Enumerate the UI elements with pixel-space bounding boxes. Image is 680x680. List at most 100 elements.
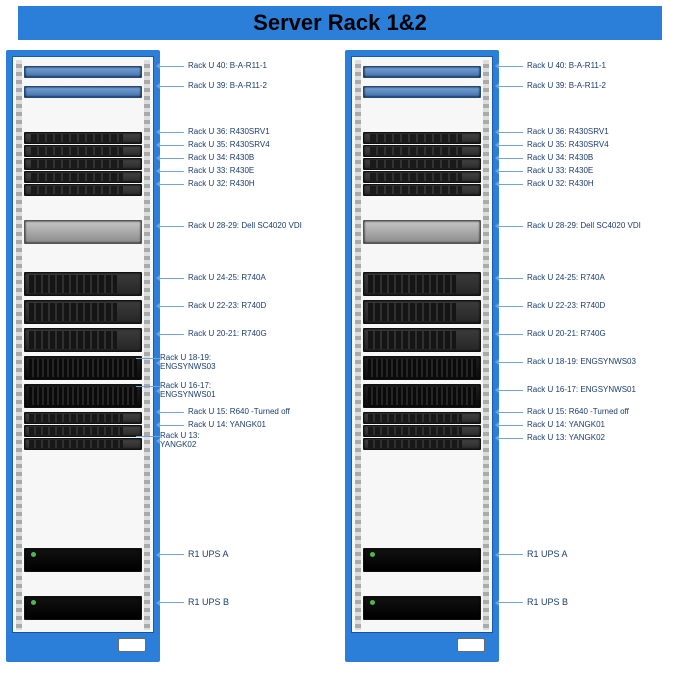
ups-b	[363, 596, 481, 620]
rack-label: Rack U 40: B-A-R11-1	[499, 62, 606, 71]
page-title: Server Rack 1&2	[18, 6, 662, 40]
label-text: Rack U 36: R430SRV1	[188, 128, 270, 137]
rack-label: Rack U 18-19: ENGSYNWS03	[499, 358, 636, 367]
switch-2	[363, 86, 481, 98]
label-text: ENGSYNWS03	[160, 363, 216, 372]
rack-label: R1 UPS B	[499, 598, 568, 608]
label-text: Rack U 34: R430B	[188, 154, 254, 163]
label-text: Rack U 28-29: Dell SC4020 VDI	[527, 222, 641, 231]
drive-bays	[31, 186, 123, 194]
label-text: Rack U 14: YANGK01	[188, 421, 266, 430]
arrow-icon	[495, 142, 499, 148]
srv-r430h	[24, 184, 142, 196]
switch-2	[24, 86, 142, 98]
arrow-icon	[495, 303, 499, 309]
rack-label: Rack U 34: R430B	[499, 154, 593, 163]
drive-bays	[29, 387, 137, 405]
label-text: Rack U 35: R430SRV4	[527, 141, 609, 150]
srv-r430srv1	[24, 132, 142, 144]
rack-stage: Rack U 40: B-A-R11-1 Rack U 39: B-A-R11-2…	[0, 50, 680, 662]
srv-r430e	[24, 171, 142, 183]
yangk02	[24, 438, 142, 450]
r740g	[24, 328, 142, 352]
rack-label: Rack U 24-25: R740A	[160, 274, 266, 283]
drive-bays	[370, 147, 462, 155]
rack-label: Rack U 35: R430SRV4	[160, 141, 270, 150]
rack-label: Rack U 36: R430SRV1	[499, 128, 609, 137]
rack-label: Rack U 15: R640 -Turned off	[160, 408, 290, 417]
rack-label: Rack U 36: R430SRV1	[160, 128, 270, 137]
label-text: Rack U 15: R640 -Turned off	[188, 408, 290, 417]
arrow-icon	[495, 387, 499, 393]
arrow-icon	[495, 83, 499, 89]
drive-bays	[368, 440, 462, 448]
rack-rail-left	[16, 60, 22, 630]
drive-bays	[29, 331, 117, 349]
drive-bays	[370, 160, 462, 168]
sc4020-vdi	[24, 220, 142, 244]
arrow-icon	[156, 155, 160, 161]
label-text: Rack U 40: B-A-R11-1	[188, 62, 267, 71]
label-text: Rack U 40: B-A-R11-1	[527, 62, 606, 71]
arrow-icon	[495, 275, 499, 281]
drive-bays	[29, 303, 117, 321]
arrow-icon	[495, 600, 499, 606]
yangk02	[363, 438, 481, 450]
label-text: Rack U 34: R430B	[527, 154, 593, 163]
rack-label: Rack U 32: R430H	[499, 180, 594, 189]
rack-label: R1 UPS A	[499, 550, 568, 560]
rack-label: Rack U 40: B-A-R11-1	[160, 62, 267, 71]
srv-r430e	[363, 171, 481, 183]
drive-bays	[31, 134, 123, 142]
r740a	[363, 272, 481, 296]
arrow-icon	[156, 223, 160, 229]
label-text: YANGK02	[160, 441, 196, 450]
label-text: R1 UPS B	[188, 598, 229, 608]
drive-bays	[368, 331, 456, 349]
label-text: Rack U 14: YANGK01	[527, 421, 605, 430]
drive-bays	[31, 147, 123, 155]
arrow-icon	[156, 181, 160, 187]
arrow-icon	[156, 129, 160, 135]
r740d	[363, 300, 481, 324]
drive-bays	[31, 173, 123, 181]
rack-label: R1 UPS A	[160, 550, 229, 560]
rack-label: Rack U 16-17: ENGSYNWS01	[499, 386, 636, 395]
rack-label: Rack U 33: R430E	[160, 167, 254, 176]
rack-label: Rack U 33: R430E	[499, 167, 593, 176]
drive-bays	[29, 427, 123, 435]
arrow-icon	[156, 168, 160, 174]
rack-label: Rack U 13: YANGK02	[499, 434, 605, 443]
rack-1-labels: Rack U 40: B-A-R11-1 Rack U 39: B-A-R11-2…	[160, 50, 335, 662]
arrow-icon	[495, 129, 499, 135]
drive-bays	[368, 275, 456, 293]
arrow-icon	[156, 600, 160, 606]
drive-bays	[368, 303, 456, 321]
sc4020-vdi	[363, 220, 481, 244]
label-text: R1 UPS A	[188, 550, 229, 560]
r740a	[24, 272, 142, 296]
arrow-icon	[495, 359, 499, 365]
srv-r430srv4	[24, 145, 142, 157]
drive-bays	[370, 186, 462, 194]
arrow-icon	[156, 275, 160, 281]
srv-r430srv1	[363, 132, 481, 144]
arrow-icon	[495, 181, 499, 187]
rack-label: Rack U 15: R640 -Turned off	[499, 408, 629, 417]
rack-base	[351, 632, 493, 656]
r740g	[363, 328, 481, 352]
r640-off	[24, 412, 142, 424]
label-text: Rack U 35: R430SRV4	[188, 141, 270, 150]
switch-1	[24, 66, 142, 78]
yangk01	[363, 425, 481, 437]
engsynws01	[363, 384, 481, 408]
ups-a	[24, 548, 142, 572]
yangk01	[24, 425, 142, 437]
drive-bays	[370, 173, 462, 181]
rack-label: Rack U 39: B-A-R11-2	[160, 82, 267, 91]
rack-label: R1 UPS B	[160, 598, 229, 608]
engsynws01	[24, 384, 142, 408]
rack-column-2: Rack U 40: B-A-R11-1Rack U 39: B-A-R11-2…	[345, 50, 674, 662]
rack-rail-right	[483, 60, 489, 630]
label-text: R1 UPS A	[527, 550, 568, 560]
